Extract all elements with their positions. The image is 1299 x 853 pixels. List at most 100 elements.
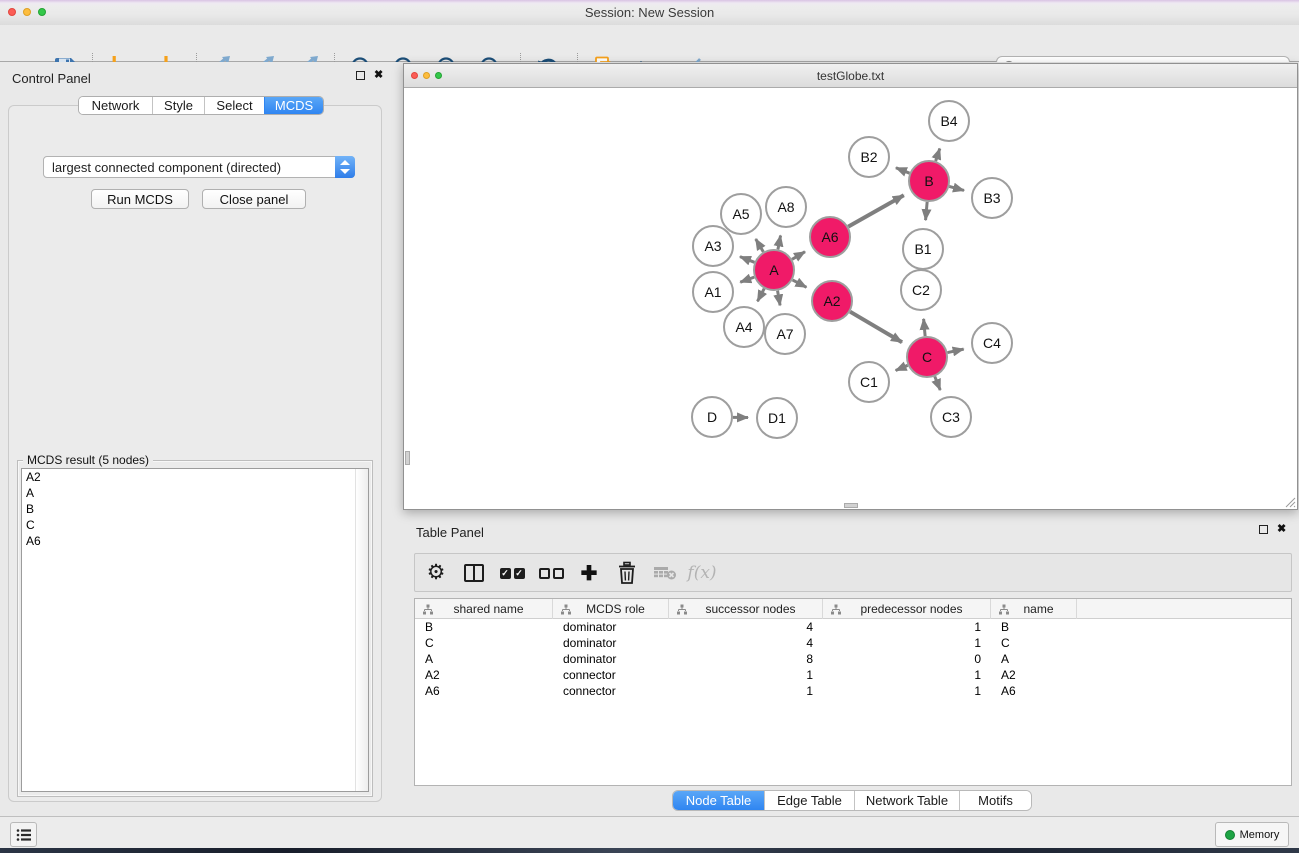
graph-node-A[interactable]: A bbox=[754, 250, 794, 290]
graph-node-B[interactable]: B bbox=[909, 161, 949, 201]
table-cell[interactable]: 1 bbox=[669, 668, 823, 682]
close-panel-icon[interactable]: ✖ bbox=[374, 71, 383, 80]
graph-node-A1[interactable]: A1 bbox=[693, 272, 733, 312]
graph-node-C3[interactable]: C3 bbox=[931, 397, 971, 437]
table-cell[interactable]: 4 bbox=[669, 620, 823, 634]
task-history-button[interactable] bbox=[10, 822, 37, 847]
result-item[interactable]: B bbox=[22, 501, 368, 517]
result-item[interactable]: A bbox=[22, 485, 368, 501]
graph-node-C1[interactable]: C1 bbox=[849, 362, 889, 402]
table-cell[interactable]: 1 bbox=[669, 684, 823, 698]
select-all-columns-button[interactable]: ✓✓ bbox=[497, 558, 527, 588]
result-item[interactable]: A2 bbox=[22, 469, 368, 485]
edge-B-B2[interactable] bbox=[896, 168, 910, 173]
column-header-shared-name[interactable]: shared name bbox=[415, 599, 553, 619]
column-header-name[interactable]: name bbox=[991, 599, 1077, 619]
column-header-MCDS-role[interactable]: MCDS role bbox=[553, 599, 669, 619]
graph-node-A2[interactable]: A2 bbox=[812, 281, 852, 321]
edge-A-A2[interactable] bbox=[793, 280, 807, 287]
edge-C-C4[interactable] bbox=[948, 349, 964, 352]
table-cell[interactable]: 4 bbox=[669, 636, 823, 650]
table-cell[interactable]: dominator bbox=[553, 636, 669, 650]
edge-A-A8[interactable] bbox=[778, 235, 781, 249]
delete-column-button[interactable] bbox=[612, 558, 642, 588]
edge-A-A1[interactable] bbox=[740, 277, 754, 282]
graph-node-A5[interactable]: A5 bbox=[721, 194, 761, 234]
graph-node-B3[interactable]: B3 bbox=[972, 178, 1012, 218]
edge-B-B1[interactable] bbox=[926, 202, 928, 220]
result-item[interactable]: A6 bbox=[22, 533, 368, 549]
column-header-successor-nodes[interactable]: successor nodes bbox=[669, 599, 823, 619]
table-cell[interactable]: dominator bbox=[553, 620, 669, 634]
table-cell[interactable]: 8 bbox=[669, 652, 823, 666]
graph-node-A7[interactable]: A7 bbox=[765, 314, 805, 354]
table-cell[interactable]: 1 bbox=[823, 620, 991, 634]
table-cell[interactable]: A6 bbox=[991, 684, 1077, 698]
edge-C-C3[interactable] bbox=[935, 376, 940, 390]
edge-B-B3[interactable] bbox=[949, 186, 964, 190]
table-row[interactable]: Bdominator41B bbox=[415, 619, 1291, 635]
graph-node-D1[interactable]: D1 bbox=[757, 398, 797, 438]
result-item[interactable]: C bbox=[22, 517, 368, 533]
tab-select[interactable]: Select bbox=[204, 97, 264, 114]
table-cell[interactable]: connector bbox=[553, 684, 669, 698]
table-cell[interactable]: A2 bbox=[415, 668, 553, 682]
horizontal-scroll-thumb[interactable] bbox=[844, 503, 858, 508]
edge-A-A4[interactable] bbox=[758, 289, 765, 302]
edge-A6-B[interactable] bbox=[848, 195, 903, 226]
table-cell[interactable]: 1 bbox=[823, 684, 991, 698]
vertical-scroll-thumb[interactable] bbox=[405, 451, 410, 465]
graph-node-A8[interactable]: A8 bbox=[766, 187, 806, 227]
float-panel-icon[interactable] bbox=[1259, 525, 1268, 534]
tab-edge-table[interactable]: Edge Table bbox=[764, 791, 854, 810]
table-cell[interactable]: C bbox=[991, 636, 1077, 650]
close-panel-button[interactable]: Close panel bbox=[202, 189, 306, 209]
tab-motifs[interactable]: Motifs bbox=[959, 791, 1031, 810]
edge-A-A3[interactable] bbox=[740, 257, 754, 263]
float-panel-icon[interactable] bbox=[356, 71, 365, 80]
network-graph[interactable]: AA1A2A3A4A5A6A7A8BB1B2B3B4CC1C2C3C4DD1 bbox=[404, 88, 1297, 509]
edge-A2-C[interactable] bbox=[850, 312, 902, 343]
graph-node-B4[interactable]: B4 bbox=[929, 101, 969, 141]
table-row[interactable]: A2connector11A2 bbox=[415, 667, 1291, 683]
table-cell[interactable]: B bbox=[991, 620, 1077, 634]
table-row[interactable]: Adominator80A bbox=[415, 651, 1291, 667]
graph-node-C4[interactable]: C4 bbox=[972, 323, 1012, 363]
close-panel-icon[interactable]: ✖ bbox=[1277, 525, 1286, 534]
table-cell[interactable]: 1 bbox=[823, 668, 991, 682]
table-cell[interactable]: A6 bbox=[415, 684, 553, 698]
criterion-select[interactable]: largest connected component (directed) bbox=[43, 156, 355, 178]
edge-A-A7[interactable] bbox=[778, 291, 781, 306]
split-view-button[interactable] bbox=[459, 558, 489, 588]
graph-node-B2[interactable]: B2 bbox=[849, 137, 889, 177]
graph-node-A4[interactable]: A4 bbox=[724, 307, 764, 347]
table-cell[interactable]: A2 bbox=[991, 668, 1077, 682]
graph-node-D[interactable]: D bbox=[692, 397, 732, 437]
edge-C-C2[interactable] bbox=[924, 319, 926, 336]
deselect-all-columns-button[interactable] bbox=[536, 558, 566, 588]
tab-mcds[interactable]: MCDS bbox=[264, 97, 323, 114]
table-cell[interactable]: B bbox=[415, 620, 553, 634]
table-cell[interactable]: A bbox=[991, 652, 1077, 666]
network-canvas[interactable]: AA1A2A3A4A5A6A7A8BB1B2B3B4CC1C2C3C4DD1 bbox=[404, 88, 1297, 509]
table-row[interactable]: A6connector11A6 bbox=[415, 683, 1291, 699]
edge-B-B4[interactable] bbox=[936, 149, 940, 162]
graph-node-A6[interactable]: A6 bbox=[810, 217, 850, 257]
edge-A-A6[interactable] bbox=[792, 252, 805, 260]
add-column-button[interactable]: ✚ bbox=[574, 558, 604, 588]
table-cell[interactable]: 0 bbox=[823, 652, 991, 666]
tab-node-table[interactable]: Node Table bbox=[673, 791, 764, 810]
run-mcds-button[interactable]: Run MCDS bbox=[91, 189, 189, 209]
table-cell[interactable]: 1 bbox=[823, 636, 991, 650]
table-settings-button[interactable]: ⚙ bbox=[421, 558, 451, 588]
result-list-scrollbar[interactable] bbox=[355, 469, 368, 791]
table-row[interactable]: Cdominator41C bbox=[415, 635, 1291, 651]
table-cell[interactable]: dominator bbox=[553, 652, 669, 666]
graph-node-C2[interactable]: C2 bbox=[901, 270, 941, 310]
edge-A-A5[interactable] bbox=[756, 239, 764, 252]
tab-style[interactable]: Style bbox=[152, 97, 204, 114]
graph-node-A3[interactable]: A3 bbox=[693, 226, 733, 266]
graph-node-B1[interactable]: B1 bbox=[903, 229, 943, 269]
table-cell[interactable]: C bbox=[415, 636, 553, 650]
tab-network-table[interactable]: Network Table bbox=[854, 791, 959, 810]
